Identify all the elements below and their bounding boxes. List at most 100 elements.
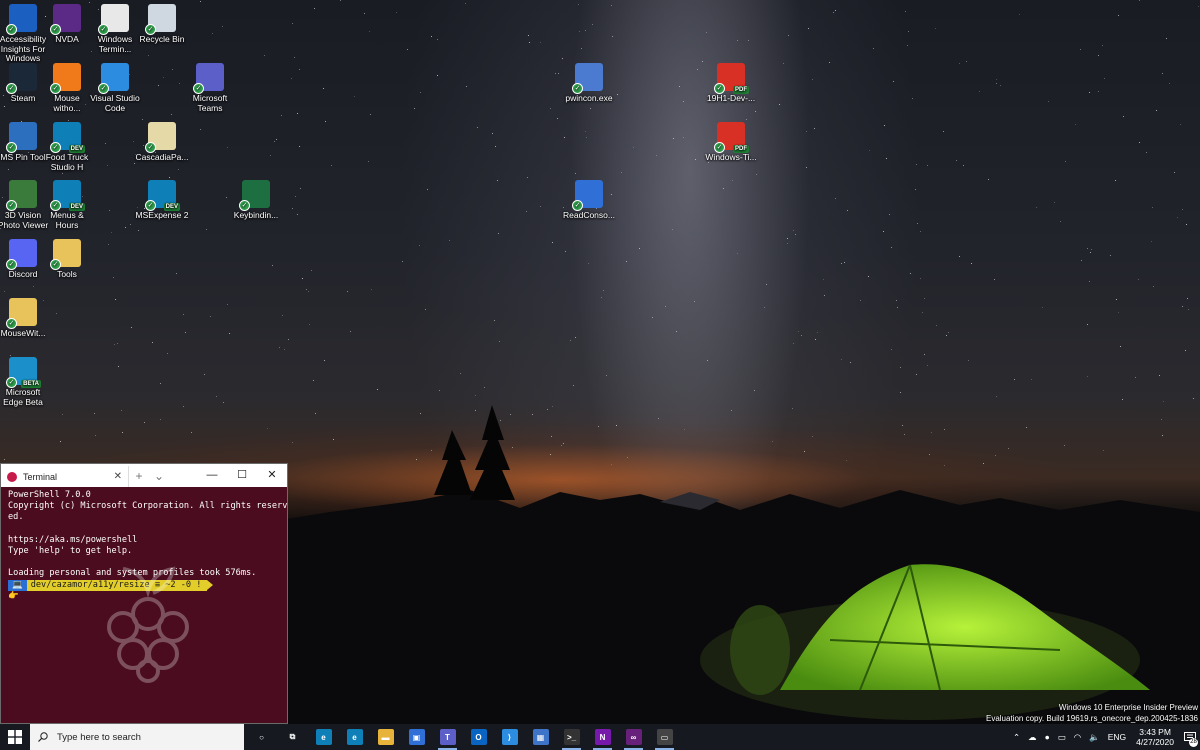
close-tab-icon[interactable]: ✕	[114, 471, 122, 482]
start-button[interactable]	[0, 724, 30, 750]
badge-label: DEV	[163, 203, 180, 211]
desktop-icon[interactable]: ✓ Visual Studio Code	[88, 63, 142, 113]
desktop-icon[interactable]: DEV ✓ Food Truck Studio H	[40, 122, 94, 172]
sync-check-icon: ✓	[98, 24, 109, 35]
console-window-icon: ✓	[572, 180, 603, 211]
taskbar-button[interactable]: O	[463, 724, 494, 750]
wifi-icon[interactable]: ◠	[1070, 732, 1085, 743]
excel-icon: ✓	[239, 180, 270, 211]
teams-icon: ✓	[193, 63, 224, 94]
sync-check-icon: ✓	[50, 200, 61, 211]
taskbar-button[interactable]: e	[339, 724, 370, 750]
terminal-line: Type 'help' to get help.	[8, 545, 133, 556]
chevron-up-icon[interactable]: ⌃	[1009, 732, 1024, 743]
desktop-icon[interactable]: ✓ Tools	[40, 239, 94, 280]
taskbar-button[interactable]: >_	[556, 724, 587, 750]
watermark-build: Evaluation copy. Build 19619.rs_onecore_…	[985, 713, 1198, 723]
taskbar-button[interactable]: ▦	[525, 724, 556, 750]
steam-icon: ✓	[6, 63, 37, 94]
edge-icon: e	[315, 729, 332, 745]
desktop-icon-label: Recycle Bin	[139, 34, 185, 44]
vscode-icon: ⟩	[501, 729, 518, 745]
badge-label: DEV	[68, 203, 85, 211]
volume-icon[interactable]: 🔈	[1085, 732, 1104, 743]
desktop-icon-label: Visual Studio Code	[90, 93, 140, 113]
desktop-icon[interactable]: ✓ Recycle Bin	[135, 4, 189, 45]
sync-check-icon: ✓	[50, 24, 61, 35]
taskbar-button[interactable]: ∞	[618, 724, 649, 750]
action-center-button[interactable]: 28	[1180, 724, 1200, 750]
system-tray: ⌃ ☁ ● ▭ ◠ 🔈 ENG 3:43 PM 4/27/2020 28	[1009, 724, 1200, 750]
edge-dev-icon: DEV ✓	[50, 180, 85, 211]
terminal-line: Copyright (c) Microsoft Corporation. All…	[8, 501, 288, 512]
maximize-button[interactable]: ☐	[227, 464, 257, 487]
desktop-icon-label: Menus & Hours	[50, 210, 84, 230]
clock[interactable]: 3:43 PM 4/27/2020	[1130, 727, 1180, 747]
desktop-icon[interactable]: ✓ pwincon.exe	[562, 63, 616, 104]
terminal-window[interactable]: Terminal ✕ + ⌄ — ☐ ✕ PowerShell 7.0.0 Co…	[0, 463, 288, 724]
desktop-icon[interactable]: ✓ NVDA	[40, 4, 94, 45]
search-icon	[38, 732, 48, 742]
desktop-icon[interactable]: ✓ Keybindin...	[229, 180, 283, 221]
desktop-icon[interactable]: DEV ✓ MSExpense 2	[135, 180, 189, 221]
desktop-icon-label: NVDA	[55, 34, 79, 44]
sync-check-icon: ✓	[714, 142, 725, 153]
terminal-line: https://aka.ms/powershell	[8, 534, 138, 545]
terminal-titlebar[interactable]: Terminal ✕ + ⌄ — ☐ ✕	[1, 464, 287, 487]
pdf-icon: PDF ✓	[714, 63, 749, 94]
taskbar-button[interactable]: ▣	[401, 724, 432, 750]
desktop-icon[interactable]: ✓ Mouse witho...	[40, 63, 94, 113]
new-tab-button[interactable]: +	[129, 466, 149, 487]
security-icon[interactable]: ●	[1041, 732, 1054, 742]
desktop-icon[interactable]: ✓ MouseWit...	[0, 298, 50, 339]
recycle-bin-icon: ✓	[145, 4, 176, 35]
terminal-buffer[interactable]: PowerShell 7.0.0 Copyright (c) Microsoft…	[1, 487, 288, 683]
sync-check-icon: ✓	[50, 142, 61, 153]
mouse-without-borders-icon: ✓	[50, 63, 81, 94]
clock-time: 3:43 PM	[1139, 727, 1171, 737]
vscode-icon: ✓	[98, 63, 129, 94]
teams-icon: T	[439, 729, 456, 745]
taskbar-search-box[interactable]: Type here to search	[30, 724, 244, 750]
desktop-icon[interactable]: ✓ CascadiaPa...	[135, 122, 189, 163]
windows-logo-icon	[8, 730, 22, 744]
taskbar-button[interactable]: ▬	[370, 724, 401, 750]
tray-app-icon[interactable]: ▭	[1054, 732, 1070, 743]
minimize-button[interactable]: —	[197, 464, 227, 487]
desktop-icon-label: Tools	[57, 269, 77, 279]
taskbar-button[interactable]: ⟩	[494, 724, 525, 750]
sync-check-icon: ✓	[145, 200, 156, 211]
desktop-icon-label: ReadConso...	[563, 210, 615, 220]
sync-check-icon: ✓	[6, 83, 17, 94]
taskbar-button[interactable]: ○	[246, 724, 277, 750]
desktop-icon-label: Mouse witho...	[53, 93, 81, 113]
visual-studio-icon: ∞	[625, 729, 642, 745]
desktop-icon[interactable]: ✓ Microsoft Teams	[183, 63, 237, 113]
edge-dev-icon: DEV ✓	[50, 122, 85, 153]
watermark-edition: Windows 10 Enterprise Insider Preview	[1058, 703, 1198, 712]
terminal-tab[interactable]: Terminal ✕	[1, 466, 129, 487]
desktop-icon[interactable]: BETA ✓ Microsoft Edge Beta	[0, 357, 50, 407]
3d-vision-icon: ✓	[6, 180, 37, 211]
taskbar-button[interactable]: ▭	[649, 724, 680, 750]
desktop-icon[interactable]: PDF ✓ 19H1-Dev-...	[704, 63, 758, 104]
close-window-button[interactable]: ✕	[257, 464, 287, 487]
taskbar-button[interactable]: e	[308, 724, 339, 750]
sync-check-icon: ✓	[6, 200, 17, 211]
onedrive-cloud-icon[interactable]: ☁	[1024, 732, 1041, 743]
chevron-down-icon[interactable]: ⌄	[149, 466, 169, 487]
desktop-icon[interactable]: ✓ Windows Termin...	[88, 4, 142, 54]
language-indicator[interactable]: ENG	[1104, 732, 1130, 742]
outlook-icon: O	[470, 729, 487, 745]
taskbar-button[interactable]: N	[587, 724, 618, 750]
taskbar-button[interactable]: ⧉	[277, 724, 308, 750]
sync-check-icon: ✓	[239, 200, 250, 211]
desktop-icon[interactable]: PDF ✓ Windows-Ti...	[704, 122, 758, 163]
desktop-icon[interactable]: ✓ ReadConso...	[562, 180, 616, 221]
badge-label: BETA	[21, 380, 41, 388]
taskbar-button[interactable]: T	[432, 724, 463, 750]
store-icon: ▣	[408, 729, 425, 745]
desktop-icon-label: pwincon.exe	[565, 93, 613, 103]
desktop-icon[interactable]: DEV ✓ Menus & Hours	[40, 180, 94, 230]
